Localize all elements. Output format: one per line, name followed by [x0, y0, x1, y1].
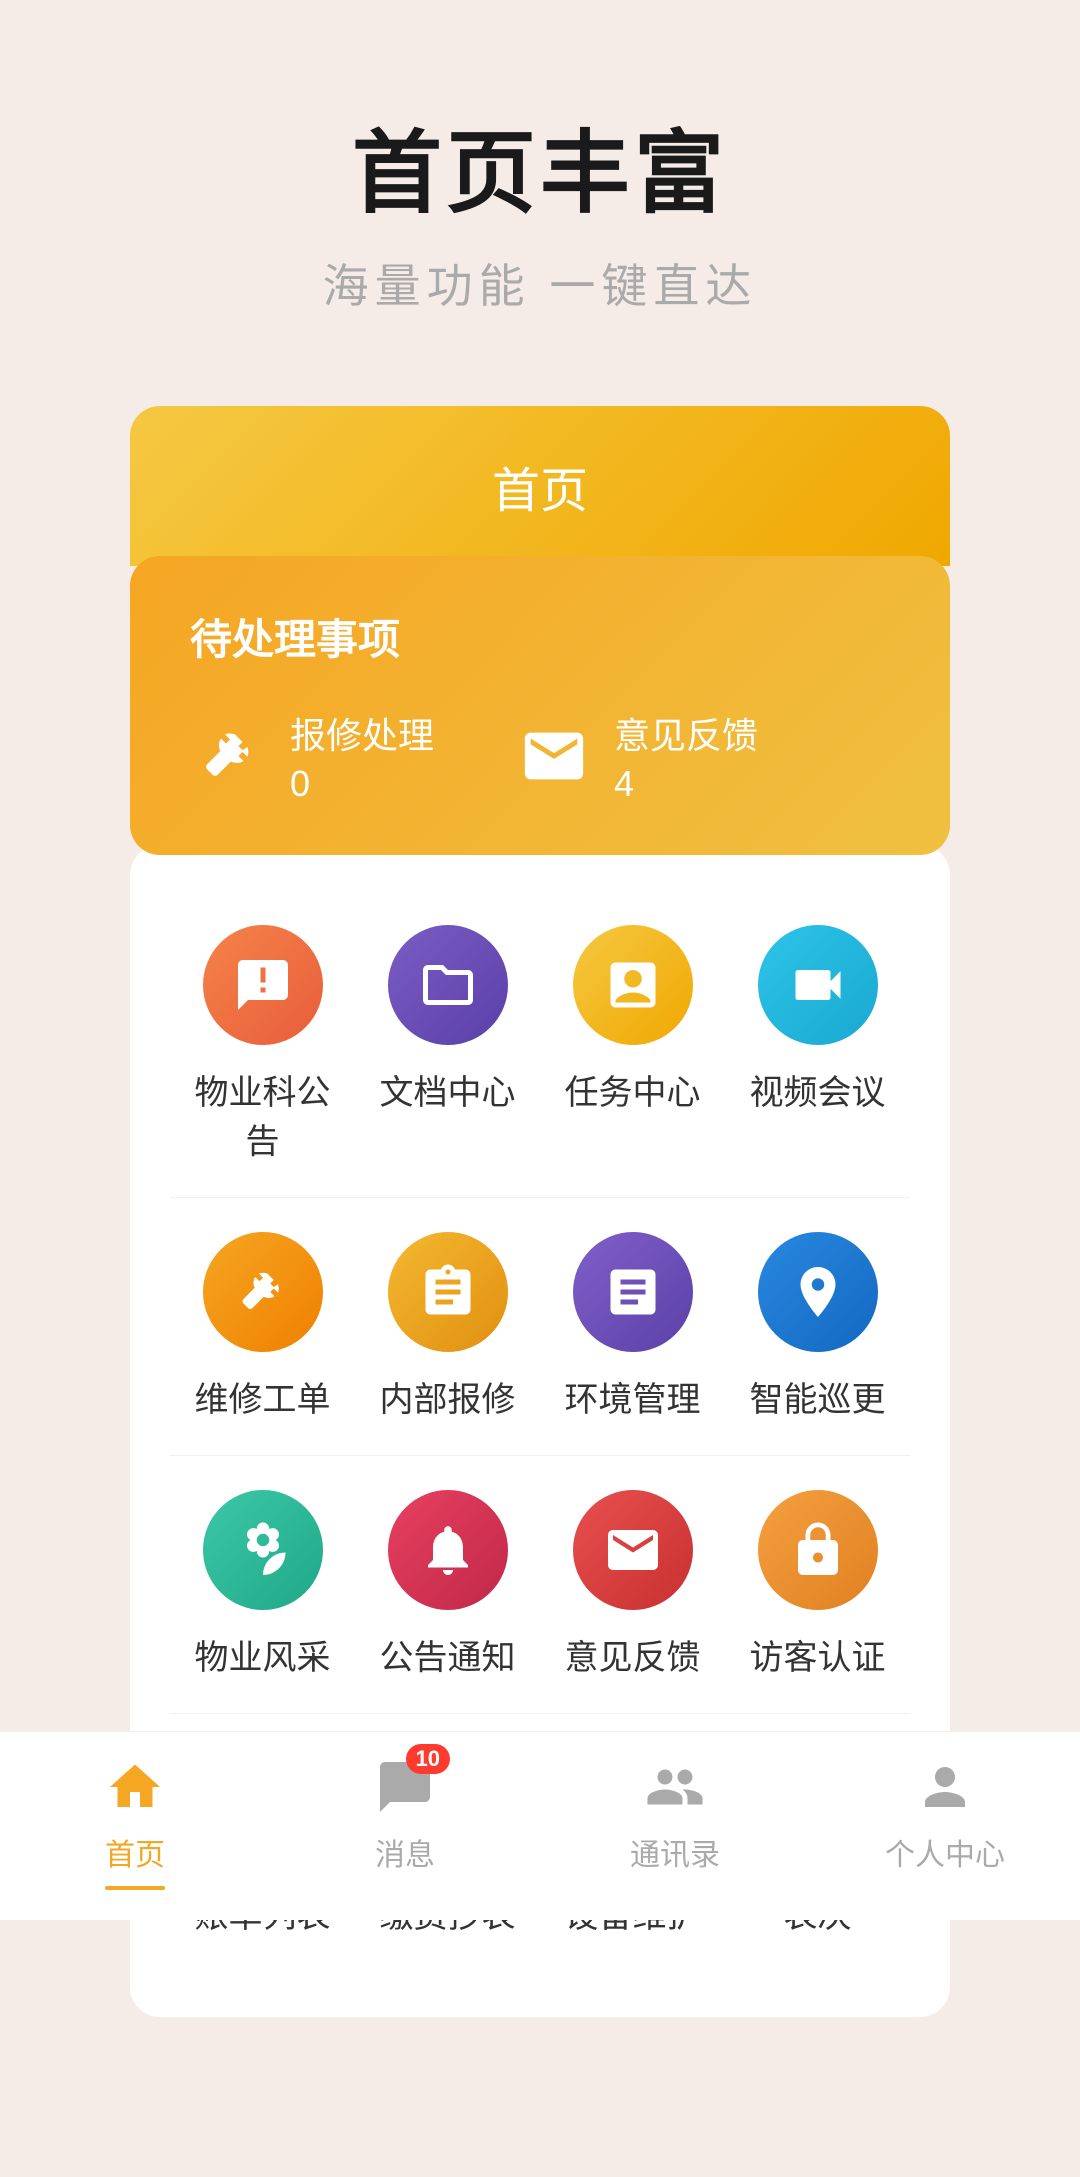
top-bar[interactable]: 首页 [130, 406, 950, 566]
mail-icon [514, 716, 594, 796]
row-divider-1 [170, 1197, 910, 1198]
nav-renwu-zhongxin[interactable]: 任务中心 [540, 895, 725, 1193]
nav-zhineng-xungeng-label: 智能巡更 [750, 1372, 886, 1421]
row-divider-2 [170, 1455, 910, 1456]
task-icon-circle [573, 925, 693, 1045]
nav-fangke-renzheng-label: 访客认证 [750, 1630, 886, 1679]
pending-feedback-label: 意见反馈 [614, 707, 758, 759]
profile-icon-wrap [910, 1752, 980, 1822]
feedback-icon-circle [573, 1490, 693, 1610]
nav-gonggao-tongzhi-label: 公告通知 [380, 1630, 516, 1679]
pending-repair-label: 报修处理 [290, 707, 434, 759]
nav-wuye-gongao[interactable]: 物业科公告 [170, 895, 355, 1193]
nav-huanjing-guanli-label: 环境管理 [565, 1372, 701, 1421]
pending-item-feedback[interactable]: 意见反馈 4 [514, 707, 758, 805]
pending-card: 待处理事项 报修处理 0 [130, 556, 950, 855]
header: 首页丰富 海量功能 一键直达 [323, 0, 758, 376]
repair-icon-circle [203, 1232, 323, 1352]
nav-tab-contacts[interactable]: 通讯录 [595, 1752, 755, 1890]
nav-tab-home[interactable]: 首页 [55, 1752, 215, 1890]
location-icon-circle [758, 1232, 878, 1352]
wrench-icon [190, 716, 270, 796]
video-icon-circle [758, 925, 878, 1045]
nav-tab-profile-label: 个人中心 [885, 1830, 1005, 1874]
pending-feedback-info: 意见反馈 4 [614, 707, 758, 805]
nav-wenjian-zhongxin[interactable]: 文档中心 [355, 895, 540, 1193]
nav-fangke-renzheng[interactable]: 访客认证 [725, 1460, 910, 1709]
contacts-icon [645, 1757, 705, 1817]
contacts-icon-wrap [640, 1752, 710, 1822]
nav-tab-home-label: 首页 [105, 1830, 165, 1874]
pending-item-repair[interactable]: 报修处理 0 [190, 707, 434, 805]
nav-wuye-fengcai-label: 物业风采 [195, 1630, 331, 1679]
nav-weixiu-gongdan[interactable]: 维修工单 [170, 1202, 355, 1451]
nav-renwu-zhongxin-label: 任务中心 [565, 1065, 701, 1114]
clipboard-icon-circle [388, 1232, 508, 1352]
message-icon-wrap: 10 [370, 1752, 440, 1822]
nav-shipin-huiyi[interactable]: 视频会议 [725, 895, 910, 1193]
nav-yijian-fankui[interactable]: 意见反馈 [540, 1460, 725, 1709]
nav-wenjian-zhongxin-label: 文档中心 [380, 1065, 516, 1114]
pending-items: 报修处理 0 意见反馈 4 [190, 707, 890, 805]
nav-neibu-baoxiu[interactable]: 内部报修 [355, 1202, 540, 1451]
nav-tab-message-label: 消息 [375, 1830, 435, 1874]
nav-huanjing-guanli[interactable]: 环境管理 [540, 1202, 725, 1451]
bell-icon-circle [388, 1490, 508, 1610]
nav-gonggao-tongzhi[interactable]: 公告通知 [355, 1460, 540, 1709]
notice-icon-circle [203, 925, 323, 1045]
nav-wuye-gongao-label: 物业科公告 [180, 1065, 345, 1163]
home-icon-wrap [100, 1752, 170, 1822]
pending-repair-info: 报修处理 0 [290, 707, 434, 805]
flower-icon-circle [203, 1490, 323, 1610]
message-badge: 10 [406, 1744, 450, 1774]
nav-tab-message[interactable]: 10 消息 [325, 1752, 485, 1890]
top-bar-label: 首页 [492, 451, 588, 521]
row-divider-3 [170, 1713, 910, 1714]
nav-wuye-fengcai[interactable]: 物业风采 [170, 1460, 355, 1709]
home-icon [105, 1757, 165, 1817]
document-icon-circle [388, 925, 508, 1045]
page-title: 首页丰富 [323, 100, 758, 230]
nav-tab-profile[interactable]: 个人中心 [865, 1752, 1025, 1890]
nav-shipin-huiyi-label: 视频会议 [750, 1065, 886, 1114]
profile-icon [915, 1757, 975, 1817]
nav-weixiu-gongdan-label: 维修工单 [195, 1372, 331, 1421]
chart-icon-circle [573, 1232, 693, 1352]
nav-yijian-fankui-label: 意见反馈 [565, 1630, 701, 1679]
nav-neibu-baoxiu-label: 内部报修 [380, 1372, 516, 1421]
nav-tab-contacts-label: 通讯录 [630, 1830, 720, 1874]
pending-title: 待处理事项 [190, 606, 890, 667]
nav-active-indicator [105, 1886, 165, 1890]
nav-zhineng-xungeng[interactable]: 智能巡更 [725, 1202, 910, 1451]
visitor-icon-circle [758, 1490, 878, 1610]
bottom-nav: 首页 10 消息 通讯录 个人中心 [0, 1731, 1080, 1920]
pending-feedback-count: 4 [614, 763, 634, 805]
page-subtitle: 海量功能 一键直达 [323, 250, 758, 316]
pending-repair-count: 0 [290, 763, 310, 805]
